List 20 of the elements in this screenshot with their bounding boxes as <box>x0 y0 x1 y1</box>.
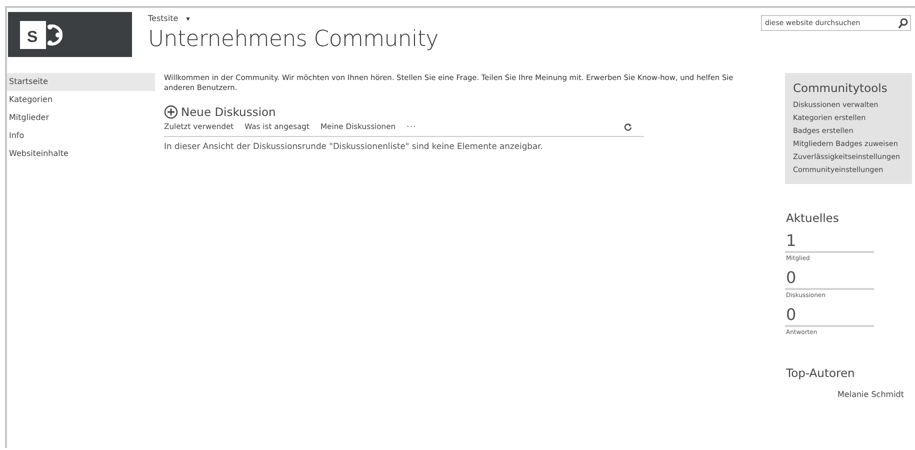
refresh-icon[interactable] <box>624 122 632 130</box>
breadcrumb-link[interactable]: Testsite <box>148 14 178 23</box>
nav-item[interactable]: Startseite <box>7 73 155 91</box>
site-title: Unternehmens Community <box>148 27 440 52</box>
nav-item[interactable]: Websiteinhalte <box>7 145 155 163</box>
nav-item[interactable]: Kategorien <box>7 91 155 109</box>
author-link[interactable]: Melanie Schmidt <box>838 390 904 399</box>
stat-value: 0 <box>785 268 874 290</box>
add-icon[interactable] <box>164 105 178 119</box>
nav-item[interactable]: Info <box>7 127 155 145</box>
empty-message: In dieser Ansicht der Diskussionsrunde "Diskussionenliste" sind keine Elemente anzeigbar. <box>164 141 544 151</box>
stat-value: 1 <box>785 231 874 253</box>
panel-title: Communitytools <box>793 81 888 95</box>
section-title: Aktuelles <box>785 211 840 225</box>
new-discussion-link[interactable]: Neue Diskussion <box>164 105 785 119</box>
nav-item[interactable]: Mitglieder <box>7 109 155 127</box>
search-icon[interactable] <box>898 18 908 29</box>
stat-value: 0 <box>785 305 874 327</box>
section-title: Top-Autoren <box>785 366 856 380</box>
site-logo[interactable]: S <box>8 12 132 57</box>
